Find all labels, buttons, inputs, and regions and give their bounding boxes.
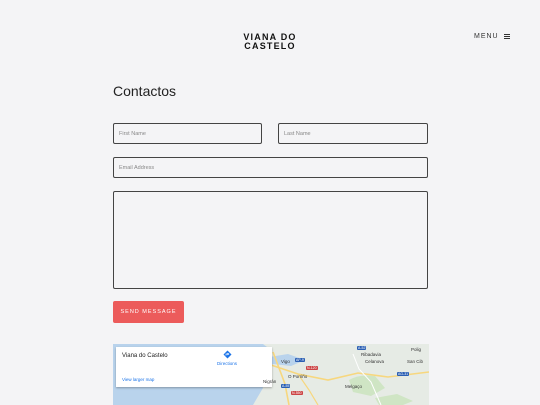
- map-label-celanova: Celanova: [365, 359, 385, 364]
- map-label-melgaco: Melgaço: [345, 384, 363, 389]
- last-name-field[interactable]: [278, 123, 428, 144]
- page-title: Contactos: [113, 83, 177, 99]
- map-label-porrino: O Porriño: [288, 374, 308, 379]
- map-info-card: Viana do Castelo Directions View larger …: [116, 347, 272, 387]
- embedded-map[interactable]: Viana do Castelo Directions View larger …: [113, 344, 429, 405]
- site-logo[interactable]: VIANA DO CASTELO: [230, 33, 310, 51]
- road-badge-ap9: AP-9: [295, 358, 305, 362]
- menu-button[interactable]: MENU: [474, 33, 510, 40]
- hamburger-icon: [503, 34, 510, 39]
- road-badge-ag31: AG-31: [397, 372, 410, 376]
- road-badge-n550: N-550: [291, 391, 303, 395]
- message-field[interactable]: [113, 191, 428, 289]
- directions-icon: [223, 350, 231, 359]
- map-place-name: Viana do Castelo: [122, 353, 168, 359]
- road-badge-n120: N-120: [306, 366, 318, 370]
- view-larger-map-link[interactable]: View larger map: [122, 377, 154, 382]
- road-badge-a52: A-52: [357, 346, 367, 350]
- directions-button[interactable]: Directions: [212, 350, 242, 372]
- map-label-vigo: Vigo: [281, 359, 290, 364]
- brand-line-2: CASTELO: [244, 41, 296, 51]
- directions-label: Directions: [216, 361, 237, 366]
- site-header: VIANA DO CASTELO MENU: [0, 0, 540, 60]
- first-name-field[interactable]: [113, 123, 262, 144]
- map-label-san-cib: San Cib: [407, 359, 424, 364]
- menu-label: MENU: [474, 33, 499, 40]
- map-label-nigran: Nigrán: [263, 379, 277, 384]
- send-message-button[interactable]: SEND MESSAGE: [113, 301, 184, 323]
- email-field[interactable]: [113, 157, 428, 178]
- map-label-polig: Polig: [411, 347, 422, 352]
- road-badge-a55: A-55: [281, 384, 291, 388]
- map-label-ribadavia: Ribadavia: [361, 352, 382, 357]
